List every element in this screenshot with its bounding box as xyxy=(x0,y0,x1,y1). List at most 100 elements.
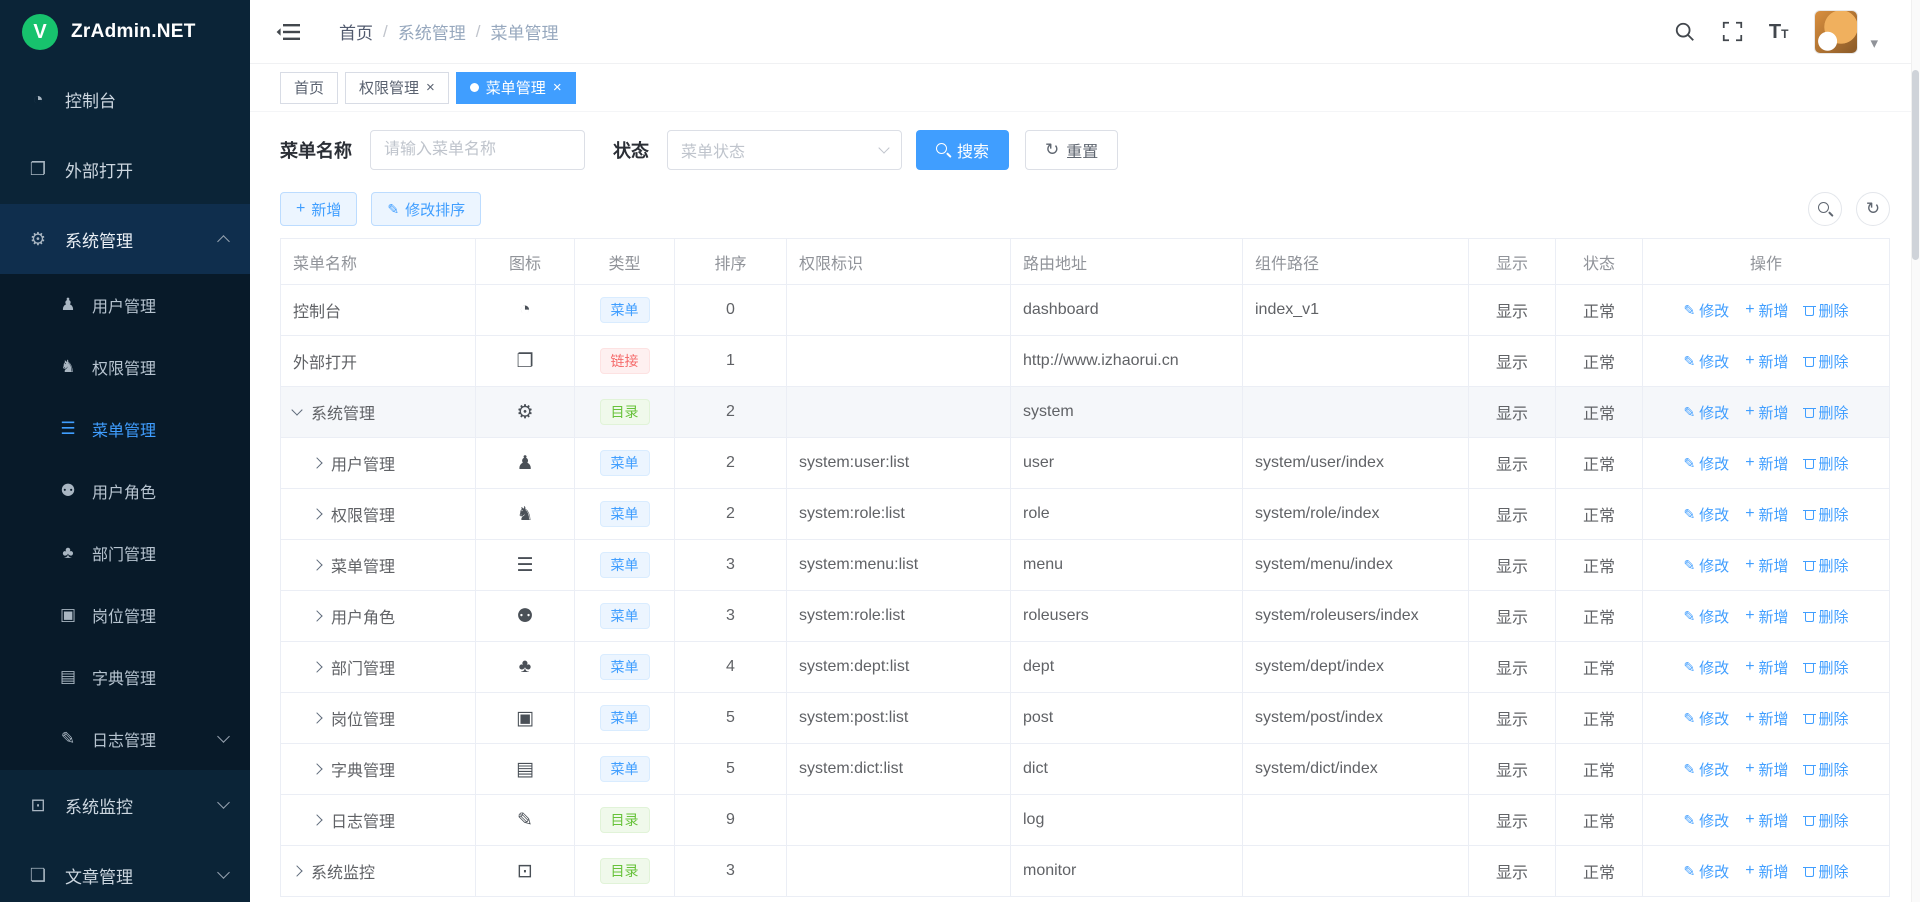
menu-type-cell: 菜单 xyxy=(575,642,675,693)
collapse-caret-icon[interactable] xyxy=(291,404,302,415)
delete-button[interactable]: 删除 xyxy=(1805,402,1849,423)
expand-caret-icon[interactable] xyxy=(311,814,322,825)
tab-home[interactable]: 首页 xyxy=(280,72,338,104)
add-button[interactable]: +新增 xyxy=(1745,504,1788,525)
add-button[interactable]: +新增 xyxy=(1745,606,1788,627)
add-button[interactable]: +新增 xyxy=(1745,402,1788,423)
expand-caret-icon[interactable] xyxy=(311,712,322,723)
edit-button[interactable]: ✎修改 xyxy=(1683,861,1729,882)
delete-label: 删除 xyxy=(1819,351,1849,372)
sidebar-item-log[interactable]: ✎日志管理 xyxy=(0,708,250,770)
logo[interactable]: V ZrAdmin.NET xyxy=(0,0,250,64)
edit-button[interactable]: ✎修改 xyxy=(1683,810,1729,831)
edit-button[interactable]: ✎修改 xyxy=(1683,759,1729,780)
chevron-down-icon xyxy=(217,796,230,809)
expand-caret-icon[interactable] xyxy=(311,661,322,672)
add-button[interactable]: +新增 xyxy=(1745,351,1788,372)
delete-button[interactable]: 删除 xyxy=(1805,300,1849,321)
add-button[interactable]: +新增 xyxy=(1745,453,1788,474)
edit-icon: ✎ xyxy=(1683,761,1695,778)
edit-button[interactable]: ✎修改 xyxy=(1683,657,1729,678)
sidebar-item-dict[interactable]: ▤字典管理 xyxy=(0,646,250,708)
user-dropdown-caret-icon[interactable]: ▾ xyxy=(1870,34,1878,52)
scrollbar-thumb[interactable] xyxy=(1912,70,1919,260)
expand-caret-icon[interactable] xyxy=(311,457,322,468)
fullscreen-icon[interactable] xyxy=(1722,21,1743,42)
add-button[interactable]: +新增 xyxy=(1745,810,1788,831)
avatar[interactable] xyxy=(1814,10,1858,54)
close-icon[interactable]: × xyxy=(426,80,435,95)
expand-caret-icon[interactable] xyxy=(311,559,322,570)
tab-menu[interactable]: 菜单管理× xyxy=(456,72,576,104)
refresh-button[interactable]: ↻ xyxy=(1856,192,1890,226)
sidebar-item-dashboard[interactable]: ◔控制台 xyxy=(0,64,250,134)
expand-caret-icon[interactable] xyxy=(311,763,322,774)
breadcrumb-item[interactable]: 首页 xyxy=(339,19,373,44)
delete-button[interactable]: 删除 xyxy=(1805,708,1849,729)
edit-button[interactable]: ✎修改 xyxy=(1683,453,1729,474)
delete-button[interactable]: 删除 xyxy=(1805,606,1849,627)
search-icon[interactable] xyxy=(1674,21,1696,43)
menu-name-input[interactable] xyxy=(370,130,585,170)
trash-icon xyxy=(1805,305,1815,316)
expand-caret-icon[interactable] xyxy=(291,865,302,876)
delete-button[interactable]: 删除 xyxy=(1805,453,1849,474)
perm-cell xyxy=(787,285,1011,336)
edit-button[interactable]: ✎修改 xyxy=(1683,300,1729,321)
status-select[interactable]: 菜单状态 xyxy=(667,130,902,170)
collapse-menu-icon[interactable] xyxy=(276,22,301,42)
type-badge: 菜单 xyxy=(600,756,650,782)
tab-role[interactable]: 权限管理× xyxy=(345,72,449,104)
edit-button[interactable]: ✎修改 xyxy=(1683,504,1729,525)
sidebar-item-user[interactable]: ♟用户管理 xyxy=(0,274,250,336)
visible-cell: 显示 xyxy=(1469,591,1556,642)
font-size-icon[interactable]: TT xyxy=(1769,22,1789,42)
perm-cell xyxy=(787,846,1011,897)
edit-sort-button[interactable]: ✎ 修改排序 xyxy=(371,192,481,226)
plus-icon: + xyxy=(1745,761,1754,777)
delete-button[interactable]: 删除 xyxy=(1805,861,1849,882)
sidebar-item-role[interactable]: ♞权限管理 xyxy=(0,336,250,398)
search-button[interactable]: 搜索 xyxy=(916,130,1009,170)
add-button[interactable]: +新增 xyxy=(1745,300,1788,321)
status-cell: 正常 xyxy=(1556,489,1643,540)
delete-button[interactable]: 删除 xyxy=(1805,759,1849,780)
sidebar-item-article[interactable]: ❏文章管理 xyxy=(0,840,250,902)
delete-button[interactable]: 删除 xyxy=(1805,555,1849,576)
add-button[interactable]: +新增 xyxy=(1745,708,1788,729)
delete-button[interactable]: 删除 xyxy=(1805,351,1849,372)
add-button[interactable]: +新增 xyxy=(1745,759,1788,780)
show-search-button[interactable] xyxy=(1808,192,1842,226)
expand-caret-icon[interactable] xyxy=(311,610,322,621)
add-button[interactable]: +新增 xyxy=(1745,861,1788,882)
close-icon[interactable]: × xyxy=(553,80,562,95)
table-body: 控制台◔菜单0dashboardindex_v1显示正常✎修改+新增删除外部打开… xyxy=(281,285,1890,897)
edit-button[interactable]: ✎修改 xyxy=(1683,606,1729,627)
add-button[interactable]: +新增 xyxy=(1745,555,1788,576)
sidebar-item-user-role[interactable]: ⚉用户角色 xyxy=(0,460,250,522)
delete-button[interactable]: 删除 xyxy=(1805,504,1849,525)
menu-type-cell: 目录 xyxy=(575,795,675,846)
breadcrumb-item[interactable]: 系统管理 xyxy=(398,19,466,44)
delete-button[interactable]: 删除 xyxy=(1805,657,1849,678)
menu-type-cell: 菜单 xyxy=(575,438,675,489)
add-button[interactable]: +新增 xyxy=(1745,657,1788,678)
sidebar-item-system[interactable]: ⚙系统管理 xyxy=(0,204,250,274)
expand-caret-icon[interactable] xyxy=(311,508,322,519)
sort-cell: 0 xyxy=(675,285,787,336)
edit-button[interactable]: ✎修改 xyxy=(1683,708,1729,729)
sidebar-item-menu[interactable]: ☰菜单管理 xyxy=(0,398,250,460)
edit-button[interactable]: ✎修改 xyxy=(1683,555,1729,576)
sidebar-item-post[interactable]: ▣岗位管理 xyxy=(0,584,250,646)
edit-button[interactable]: ✎修改 xyxy=(1683,402,1729,423)
menu-name-cell: 部门管理 xyxy=(281,642,476,693)
add-label: 新增 xyxy=(1759,657,1789,678)
sidebar-item-external-open[interactable]: ❐外部打开 xyxy=(0,134,250,204)
sidebar-item-monitor[interactable]: ⊡系统监控 xyxy=(0,770,250,840)
edit-button[interactable]: ✎修改 xyxy=(1683,351,1729,372)
add-button[interactable]: + 新增 xyxy=(280,192,357,226)
route-cell: dict xyxy=(1011,744,1243,795)
delete-button[interactable]: 删除 xyxy=(1805,810,1849,831)
reset-button[interactable]: ↻ 重置 xyxy=(1025,130,1118,170)
sidebar-item-dept[interactable]: ♣部门管理 xyxy=(0,522,250,584)
